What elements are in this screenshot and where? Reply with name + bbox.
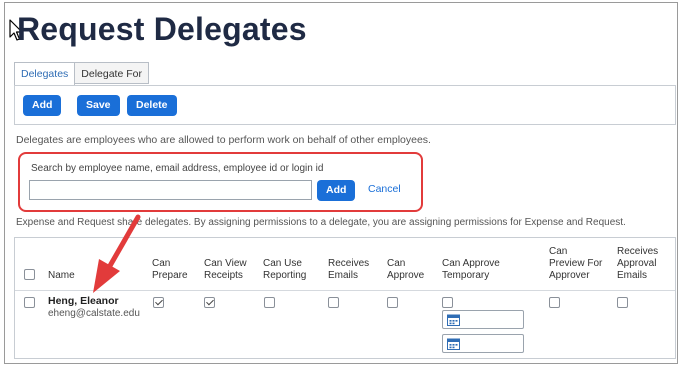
search-panel-highlight: Search by employee name, email address, … xyxy=(18,152,423,212)
employee-search-input[interactable] xyxy=(29,180,312,200)
search-label: Search by employee name, email address, … xyxy=(31,163,324,174)
can-approve-checkbox[interactable] xyxy=(387,297,398,308)
search-add-button[interactable]: Add xyxy=(317,180,356,201)
delete-button[interactable]: Delete xyxy=(127,95,177,116)
delegates-description: Delegates are employees who are allowed … xyxy=(16,134,431,146)
row-select-checkbox[interactable] xyxy=(24,297,35,308)
column-header-can-preview-for-approver: Can Preview For Approver xyxy=(549,246,603,281)
select-all-checkbox[interactable] xyxy=(24,269,35,280)
calendar-icon[interactable] xyxy=(447,314,460,326)
add-button[interactable]: Add xyxy=(23,95,62,116)
receives-approval-emails-checkbox[interactable] xyxy=(617,297,628,308)
column-header-can-view-receipts: Can View Receipts xyxy=(204,258,247,281)
can-approve-temporary-checkbox[interactable] xyxy=(442,297,453,308)
delegates-table: Name Can Prepare Can View Receipts Can U… xyxy=(14,237,676,359)
column-header-receives-emails: Receives Emails xyxy=(328,258,370,281)
temporary-start-date-field[interactable] xyxy=(442,310,524,329)
can-preview-for-approver-checkbox[interactable] xyxy=(549,297,560,308)
can-prepare-checkbox[interactable] xyxy=(153,297,164,308)
column-header-receives-approval-emails: Receives Approval Emails xyxy=(617,246,659,281)
delegate-email: eheng@calstate.edu xyxy=(48,308,140,319)
calendar-icon[interactable] xyxy=(447,338,460,350)
can-use-reporting-checkbox[interactable] xyxy=(264,297,275,308)
temporary-end-date-field[interactable] xyxy=(442,334,524,353)
receives-emails-checkbox[interactable] xyxy=(328,297,339,308)
save-button[interactable]: Save xyxy=(77,95,120,116)
tab-delegates[interactable]: Delegates xyxy=(14,62,76,86)
tab-delegate-for[interactable]: Delegate For xyxy=(74,62,149,84)
toolbar: Add Save Delete xyxy=(14,85,676,125)
search-cancel-link[interactable]: Cancel xyxy=(368,183,401,195)
header-divider xyxy=(15,290,675,291)
page-title: Request Delegates xyxy=(17,11,307,47)
column-header-can-prepare: Can Prepare xyxy=(152,258,188,281)
can-view-receipts-checkbox[interactable] xyxy=(204,297,215,308)
column-header-can-approve: Can Approve xyxy=(387,258,425,281)
delegate-name: Heng, Eleanor xyxy=(48,295,119,307)
delegates-page: Request Delegates Delegates Delegate For… xyxy=(4,2,678,364)
shared-delegates-note: Expense and Request share delegates. By … xyxy=(16,217,626,228)
column-header-can-use-reporting: Can Use Reporting xyxy=(263,258,307,281)
column-header-name: Name xyxy=(48,270,75,281)
tab-bar: Delegates Delegate For xyxy=(14,62,149,86)
column-header-can-approve-temporary: Can Approve Temporary xyxy=(442,258,500,281)
